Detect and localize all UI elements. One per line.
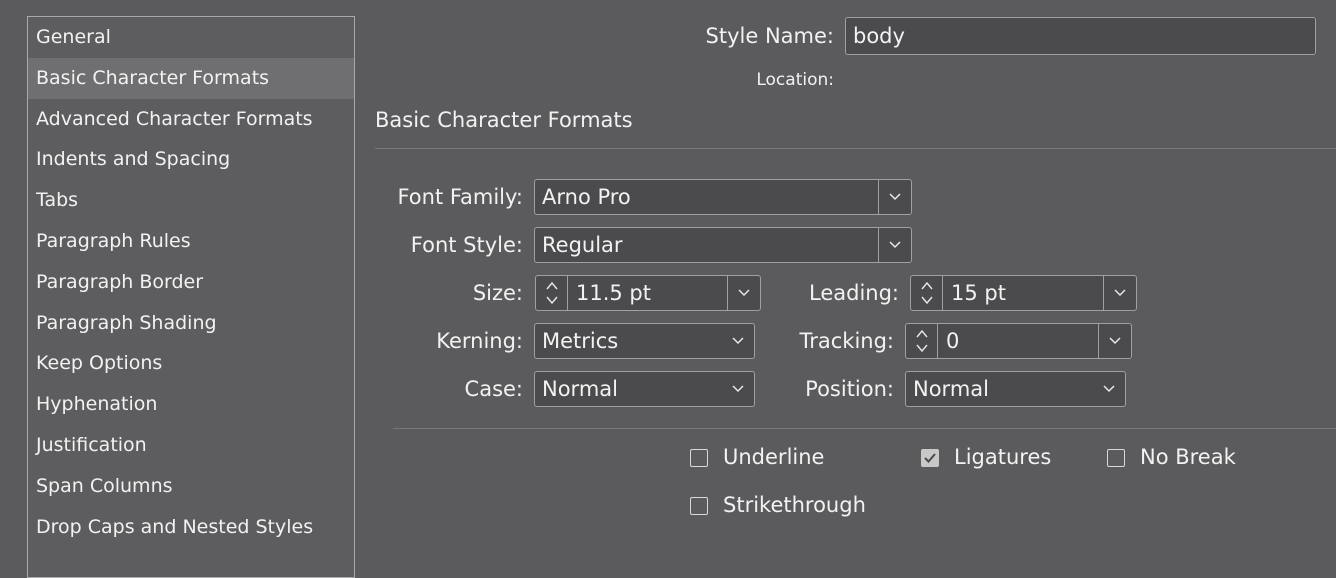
stepper-arrows-icon[interactable] — [536, 276, 568, 310]
size-value: 11.5 pt — [576, 281, 651, 305]
position-label: Position: — [805, 377, 894, 401]
tracking-combobox[interactable]: 0 — [905, 323, 1132, 359]
style-name-label: Style Name: — [705, 24, 834, 48]
no-break-label[interactable]: No Break — [1140, 445, 1236, 469]
chevron-down-icon[interactable] — [878, 180, 911, 214]
case-value: Normal — [542, 377, 618, 401]
chevron-down-icon[interactable] — [878, 228, 911, 262]
stepper-arrows-icon[interactable] — [906, 324, 938, 358]
category-list: General Basic Character Formats Advanced… — [27, 16, 355, 578]
size-label: Size: — [472, 281, 523, 305]
sidebar-item-justification[interactable]: Justification — [28, 425, 354, 466]
sidebar-item-paragraph-border[interactable]: Paragraph Border — [28, 262, 354, 303]
kerning-label: Kerning: — [436, 329, 523, 353]
size-combobox[interactable]: 11.5 pt — [535, 275, 761, 311]
underline-label[interactable]: Underline — [723, 445, 824, 469]
section-divider — [375, 148, 1336, 149]
ligatures-label[interactable]: Ligatures — [954, 445, 1051, 469]
sidebar-item-keep-options[interactable]: Keep Options — [28, 343, 354, 384]
sidebar-item-advanced-character-formats[interactable]: Advanced Character Formats — [28, 99, 354, 140]
style-name-value: body — [853, 24, 905, 48]
strikethrough-label[interactable]: Strikethrough — [723, 493, 866, 517]
sidebar-item-tabs[interactable]: Tabs — [28, 180, 354, 221]
chevron-down-icon[interactable] — [1103, 276, 1136, 310]
checkmark-icon — [924, 453, 936, 463]
no-break-checkbox[interactable] — [1107, 449, 1125, 467]
strikethrough-checkbox[interactable] — [690, 497, 708, 515]
kerning-dropdown[interactable]: Metrics — [534, 323, 755, 359]
location-label: Location: — [756, 70, 834, 90]
chevron-down-icon[interactable] — [721, 372, 754, 406]
position-value: Normal — [913, 377, 989, 401]
sidebar-item-paragraph-rules[interactable]: Paragraph Rules — [28, 221, 354, 262]
leading-value: 15 pt — [951, 281, 1006, 305]
font-family-dropdown[interactable]: Arno Pro — [534, 179, 912, 215]
sidebar-item-general[interactable]: General — [28, 17, 354, 58]
sidebar-item-span-columns[interactable]: Span Columns — [28, 466, 354, 507]
sidebar-item-paragraph-shading[interactable]: Paragraph Shading — [28, 303, 354, 344]
font-style-dropdown[interactable]: Regular — [534, 227, 912, 263]
sidebar-item-drop-caps-and-nested-styles[interactable]: Drop Caps and Nested Styles — [28, 507, 354, 548]
sidebar-item-indents-and-spacing[interactable]: Indents and Spacing — [28, 139, 354, 180]
section-title: Basic Character Formats — [375, 108, 633, 132]
tracking-label: Tracking: — [799, 329, 895, 353]
chevron-down-icon[interactable] — [1092, 372, 1125, 406]
font-family-value: Arno Pro — [542, 185, 631, 209]
options-divider — [393, 428, 1336, 429]
chevron-down-icon[interactable] — [727, 276, 760, 310]
underline-checkbox[interactable] — [690, 449, 708, 467]
case-label: Case: — [464, 377, 523, 401]
case-dropdown[interactable]: Normal — [534, 371, 755, 407]
tracking-value: 0 — [946, 329, 960, 353]
kerning-value: Metrics — [542, 329, 619, 353]
position-dropdown[interactable]: Normal — [905, 371, 1126, 407]
font-family-label: Font Family: — [397, 185, 523, 209]
chevron-down-icon[interactable] — [721, 324, 754, 358]
chevron-down-icon[interactable] — [1098, 324, 1131, 358]
font-style-label: Font Style: — [410, 233, 523, 257]
sidebar-item-hyphenation[interactable]: Hyphenation — [28, 384, 354, 425]
leading-combobox[interactable]: 15 pt — [910, 275, 1137, 311]
leading-label: Leading: — [809, 281, 899, 305]
sidebar-item-basic-character-formats[interactable]: Basic Character Formats — [28, 57, 354, 99]
ligatures-checkbox[interactable] — [921, 449, 939, 467]
stepper-arrows-icon[interactable] — [911, 276, 943, 310]
style-name-input[interactable]: body — [845, 17, 1316, 55]
font-style-value: Regular — [542, 233, 623, 257]
